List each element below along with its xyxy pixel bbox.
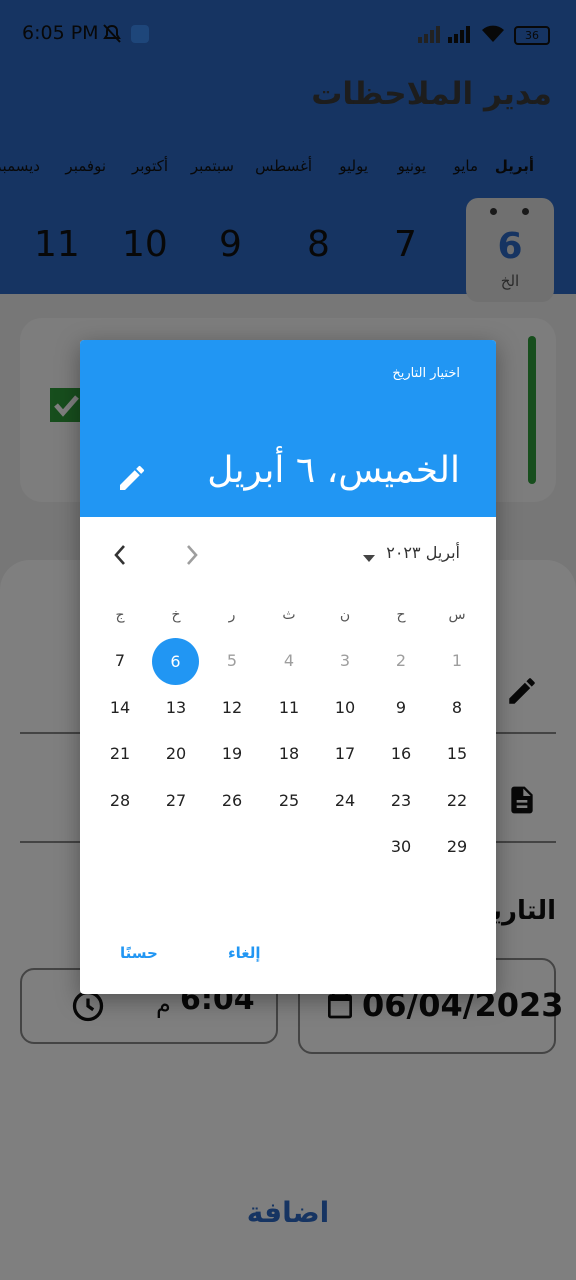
previous-month-icon[interactable] <box>112 544 128 570</box>
calendar-day[interactable]: 9 <box>381 688 421 728</box>
date-picker-header: اختيار التاريخ الخميس، ٦ أبريل <box>80 340 496 517</box>
calendar-day: 1 <box>451 651 463 670</box>
calendar-day: 5 <box>226 651 238 670</box>
ok-button[interactable]: حسنًا <box>120 944 158 962</box>
pencil-icon[interactable] <box>116 462 148 498</box>
calendar-day[interactable]: 18 <box>269 734 309 774</box>
month-year-selector[interactable]: أبريل ٢٠٢٣ <box>386 543 460 562</box>
weekday-label: ن <box>339 607 351 623</box>
calendar-day-selected[interactable]: 6 <box>152 638 199 685</box>
calendar-day[interactable]: 13 <box>156 688 196 728</box>
calendar-day[interactable]: 24 <box>325 781 365 821</box>
calendar-day[interactable]: 14 <box>100 688 140 728</box>
weekday-label: خ <box>171 607 181 623</box>
calendar-day[interactable]: 22 <box>437 781 477 821</box>
calendar-day: 3 <box>339 651 351 670</box>
calendar-day[interactable]: 15 <box>437 734 477 774</box>
next-month-icon[interactable] <box>184 544 200 570</box>
calendar-day[interactable]: 12 <box>212 688 252 728</box>
date-picker-selected-date: الخميس، ٦ أبريل <box>207 450 460 491</box>
calendar-day[interactable]: 25 <box>269 781 309 821</box>
calendar-day[interactable]: 20 <box>156 734 196 774</box>
calendar-day[interactable]: 26 <box>212 781 252 821</box>
calendar-day[interactable]: 16 <box>381 734 421 774</box>
calendar-day[interactable]: 19 <box>212 734 252 774</box>
weekday-label: ر <box>228 607 236 623</box>
weekday-label: س <box>448 607 466 623</box>
calendar-day[interactable]: 10 <box>325 688 365 728</box>
calendar-day[interactable]: 21 <box>100 734 140 774</box>
calendar-day: 2 <box>395 651 407 670</box>
calendar-day[interactable]: 28 <box>100 781 140 821</box>
date-picker-dialog: اختيار التاريخ الخميس، ٦ أبريل أبريل ٢٠٢… <box>80 340 496 994</box>
calendar-day[interactable]: 11 <box>269 688 309 728</box>
weekday-label: ح <box>396 607 406 623</box>
calendar-day[interactable]: 8 <box>437 688 477 728</box>
calendar-day[interactable]: 29 <box>437 827 477 867</box>
weekday-label: ث <box>282 607 296 623</box>
calendar-day[interactable]: 30 <box>381 827 421 867</box>
calendar-day[interactable]: 27 <box>156 781 196 821</box>
date-picker-help-text: اختيار التاريخ <box>392 366 460 381</box>
calendar-day: 4 <box>283 651 295 670</box>
dropdown-arrow-icon[interactable] <box>362 549 376 568</box>
calendar-day[interactable]: 17 <box>325 734 365 774</box>
cancel-button[interactable]: إلغاء <box>228 944 261 962</box>
calendar-day[interactable]: 23 <box>381 781 421 821</box>
calendar-day[interactable]: 7 <box>100 641 140 681</box>
weekday-label: ج <box>115 607 125 623</box>
